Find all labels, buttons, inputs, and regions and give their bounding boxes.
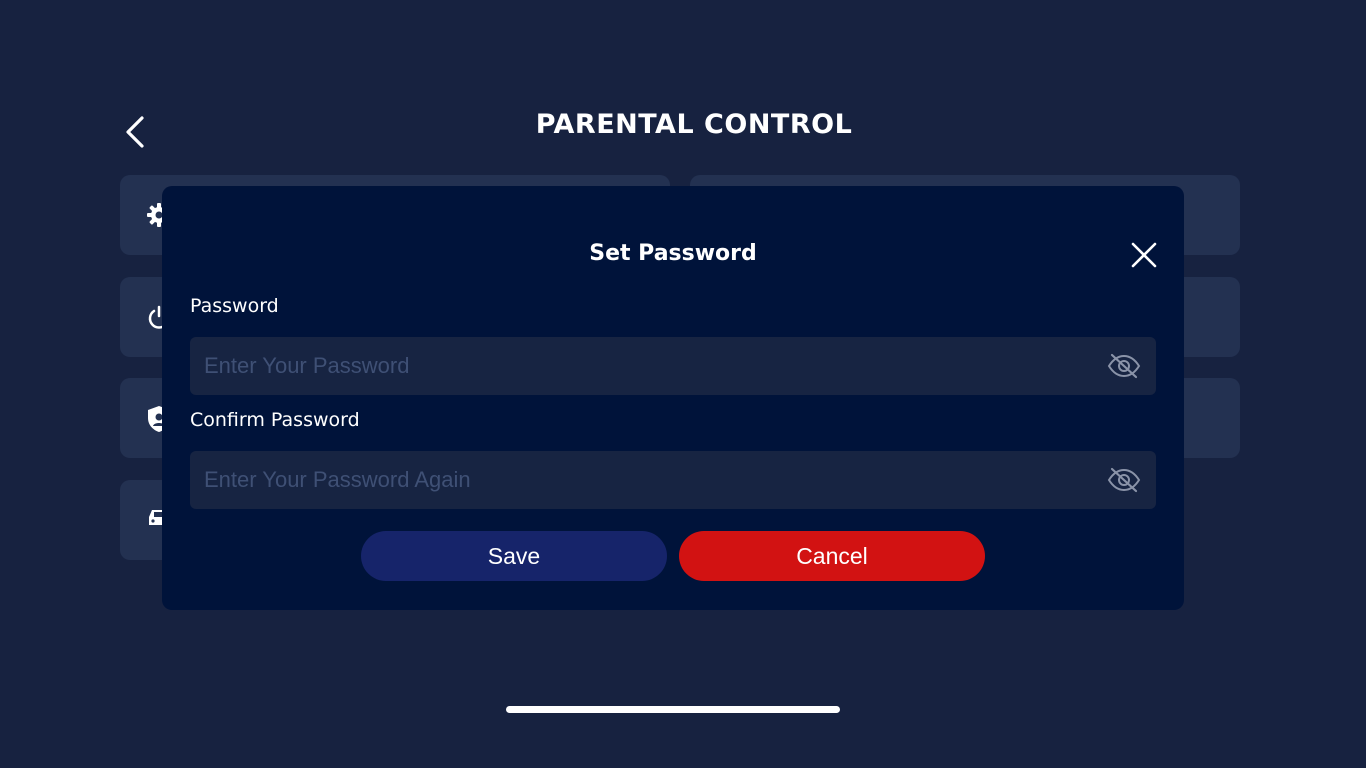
cancel-button[interactable]: Cancel (679, 531, 985, 581)
password-field (190, 337, 1156, 395)
confirm-password-input[interactable] (190, 451, 1090, 509)
eye-slash-icon (1107, 353, 1141, 379)
save-button[interactable]: Save (361, 531, 667, 581)
set-password-dialog: Set Password Password Confirm Password S… (162, 186, 1184, 610)
close-icon (1131, 242, 1157, 268)
password-label: Password (190, 295, 279, 317)
dialog-title: Set Password (589, 241, 757, 266)
close-button[interactable] (1127, 238, 1161, 272)
parental-control-screen: PARENTAL CONTROL Set Password Password C… (0, 0, 1366, 768)
home-indicator (506, 706, 840, 713)
password-input[interactable] (190, 337, 1090, 395)
confirm-password-visibility-toggle[interactable] (1106, 465, 1142, 495)
password-visibility-toggle[interactable] (1106, 351, 1142, 381)
eye-slash-icon (1107, 467, 1141, 493)
confirm-password-field (190, 451, 1156, 509)
page-title: PARENTAL CONTROL (535, 109, 853, 140)
confirm-password-label: Confirm Password (190, 409, 360, 431)
